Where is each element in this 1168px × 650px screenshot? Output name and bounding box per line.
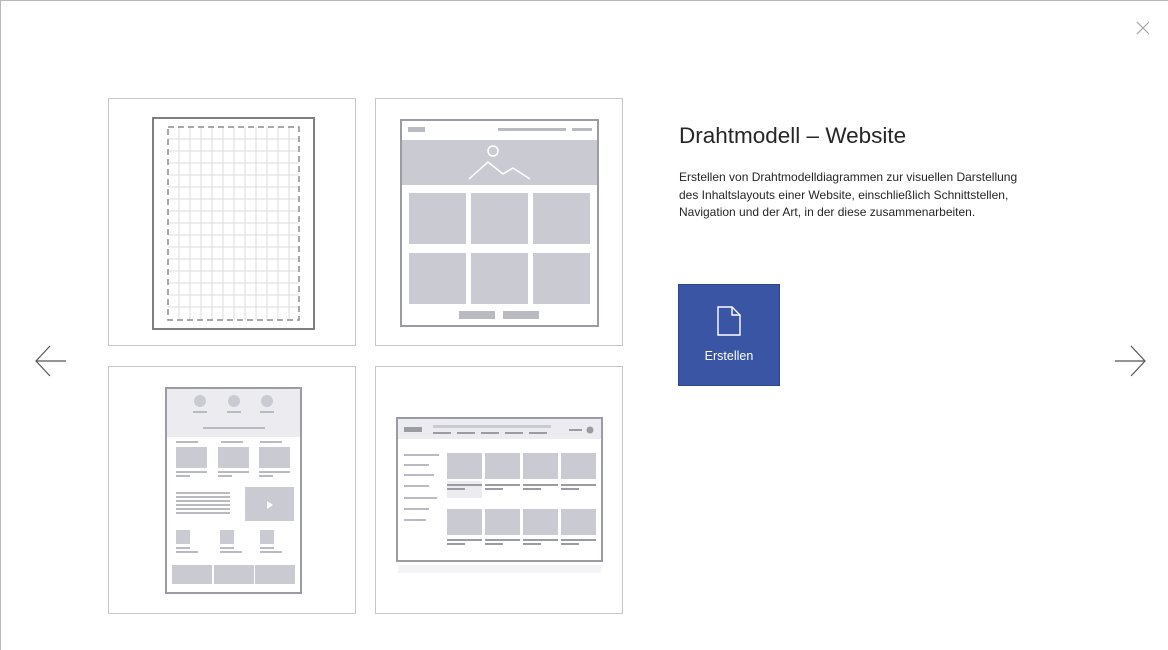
document-icon — [717, 306, 741, 336]
create-button[interactable]: Erstellen — [678, 284, 780, 386]
homepage-wireframe-illustration — [400, 119, 599, 327]
arrow-left-icon — [35, 345, 66, 377]
thumbnail-website-homepage[interactable] — [375, 98, 623, 346]
thumbnail-blank-grid-page[interactable] — [108, 98, 356, 346]
grid-page-illustration — [152, 117, 315, 330]
arrow-right-icon — [1115, 345, 1146, 377]
close-button[interactable] — [1136, 21, 1150, 35]
close-icon — [1136, 21, 1150, 35]
mobile-wireframe-illustration — [165, 387, 302, 594]
thumbnail-web-app[interactable] — [375, 366, 623, 614]
next-template-button[interactable] — [1113, 344, 1147, 378]
thumbnail-mobile-page[interactable] — [108, 366, 356, 614]
template-preview-dialog: Drahtmodell – Website Erstellen von Drah… — [0, 0, 1168, 650]
template-title: Drahtmodell – Website — [679, 123, 907, 148]
create-button-label: Erstellen — [704, 349, 754, 363]
web-app-wireframe-illustration — [396, 417, 603, 573]
previous-template-button[interactable] — [34, 344, 68, 378]
template-description: Erstellen von Drahtmodelldiagrammen zur … — [679, 170, 1018, 219]
